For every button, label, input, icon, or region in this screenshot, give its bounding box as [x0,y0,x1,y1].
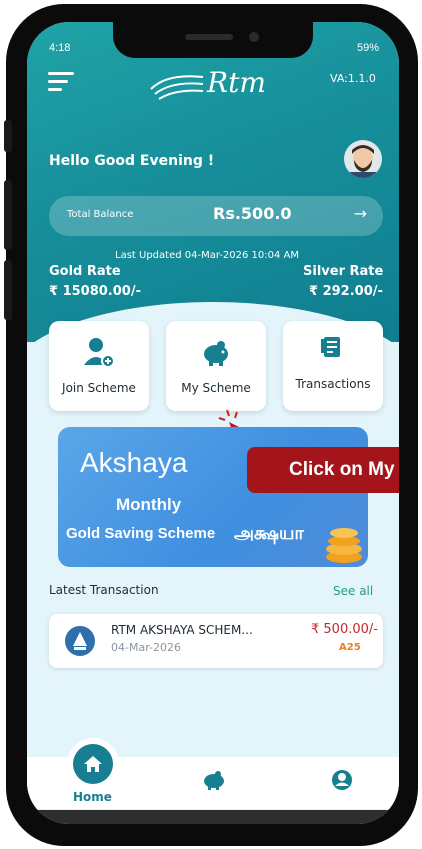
user-avatar[interactable] [344,140,382,178]
join-scheme-label: Join Scheme [62,381,136,395]
callout-text: Click on My [289,459,395,480]
camera-notch [113,22,313,58]
gold-rate-label: Gold Rate [49,264,121,279]
arrow-right-icon[interactable]: → [354,204,367,223]
silver-rate-value: ₹ 292.00/- [309,284,383,299]
avatar-face-icon [350,145,376,178]
gold-coins-icon [326,528,362,563]
banner-line1: Monthly [116,495,182,514]
status-time: 4:18 [49,42,71,54]
banner-title: Akshaya [80,447,188,478]
total-balance-bar[interactable]: Total Balance Rs.500.0 → [49,196,383,236]
see-all-link[interactable]: See all [333,584,373,598]
tutorial-callout: Click on My [247,447,399,493]
greeting-text: Hello Good Evening ! [49,153,215,169]
home-nav-label[interactable]: Home [73,790,112,804]
app-screen: 4:18 59% Rtm VA:1.1.0 Hello Good Evening… [27,22,399,824]
transaction-name: RTM AKSHAYA SCHEM... [111,623,253,637]
volume-down-button [4,260,12,320]
volume-up-button [4,180,12,250]
transactions-card[interactable]: Transactions [283,321,383,411]
latest-transaction-title: Latest Transaction [49,583,159,597]
total-balance-amount: Rs.500.0 [213,204,292,223]
hamburger-menu-icon[interactable] [48,72,74,92]
piggy-bank-icon [166,335,266,373]
my-scheme-label: My Scheme [181,381,251,395]
side-button [4,120,12,152]
join-scheme-card[interactable]: Join Scheme [49,321,149,411]
system-nav-bar [27,810,399,824]
join-scheme-icon [49,335,149,373]
scheme-logo-icon [65,626,95,656]
receipt-icon [283,331,383,369]
gold-rate-value: ₹ 15080.00/- [49,284,141,299]
banner-tamil-title: அக்ஷயா [234,523,304,544]
transaction-row[interactable]: RTM AKSHAYA SCHEM... 04-Mar-2026 ₹ 500.0… [49,614,383,668]
my-scheme-card[interactable]: My Scheme [166,321,266,411]
transaction-amount: ₹ 500.00/- [311,622,378,637]
transactions-label: Transactions [295,377,371,391]
battery-level: 59% [357,42,380,54]
last-updated-text: Last Updated 04-Mar-2026 10:04 AM [115,250,300,261]
silver-rate-label: Silver Rate [303,264,384,279]
banner-line2: Gold Saving Scheme [66,525,216,542]
logo-text: Rtm [207,66,266,99]
home-nav-button[interactable] [67,738,119,790]
piggy-bank-nav-icon[interactable] [202,769,226,791]
transaction-date: 04-Mar-2026 [111,641,181,654]
total-balance-label: Total Balance [67,209,134,220]
profile-icon[interactable] [331,769,353,791]
transaction-code: A25 [339,642,361,653]
home-icon [84,756,102,772]
logo-swoosh-icon [150,74,204,100]
app-logo: Rtm [147,66,266,101]
app-version: VA:1.1.0 [330,72,376,85]
